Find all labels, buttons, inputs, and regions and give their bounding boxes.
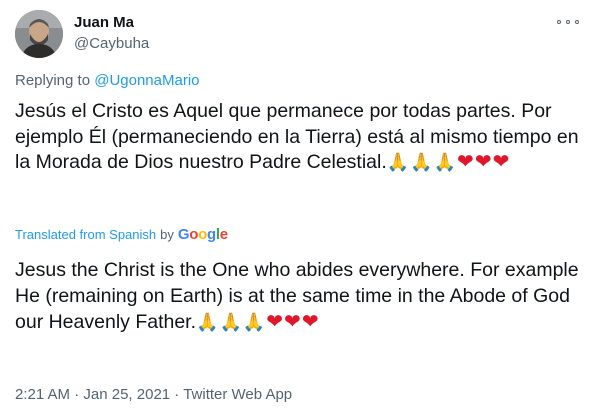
google-logo-letter: G bbox=[177, 226, 190, 243]
tweet-time[interactable]: 2:21 AM bbox=[15, 386, 70, 403]
tweet-source-app[interactable]: Twitter Web App bbox=[183, 386, 292, 403]
meta-separator: · bbox=[170, 386, 184, 403]
google-logo-letter: o bbox=[189, 226, 199, 243]
folded-hands-icon: 🙏 bbox=[196, 312, 220, 332]
tweet-date[interactable]: Jan 25, 2021 bbox=[83, 386, 170, 403]
google-logo-letter: e bbox=[219, 226, 228, 243]
more-options-icon[interactable] bbox=[557, 14, 579, 30]
replying-to: Replying to @UgonnaMario bbox=[15, 71, 200, 91]
folded-hands-icon: 🙏 bbox=[386, 152, 411, 172]
translated-emojis: 🙏🙏🙏❤❤❤ bbox=[196, 311, 320, 333]
display-name[interactable]: Juan Ma bbox=[74, 13, 149, 33]
red-heart-icon: ❤ bbox=[492, 151, 511, 173]
folded-hands-icon: 🙏 bbox=[410, 152, 434, 172]
red-heart-icon: ❤ bbox=[301, 311, 320, 333]
dot-icon bbox=[566, 20, 570, 24]
tweet-emojis: 🙏🙏🙏❤❤❤ bbox=[387, 151, 511, 173]
meta-separator: · bbox=[70, 386, 84, 403]
replying-to-prefix: Replying to bbox=[15, 72, 95, 89]
dot-icon bbox=[557, 20, 561, 24]
folded-hands-icon: 🙏 bbox=[242, 312, 267, 332]
tweet-card: Juan Ma @Caybuha Replying to @UgonnaMari… bbox=[0, 0, 593, 415]
user-handle[interactable]: @Caybuha bbox=[74, 34, 149, 54]
translation-attribution: Translated from Spanish by Google bbox=[15, 225, 228, 245]
red-heart-icon: ❤ bbox=[474, 151, 493, 173]
google-logo-letter: o bbox=[198, 226, 207, 243]
translated-text: Jesus the Christ is the One who abides e… bbox=[15, 257, 585, 335]
tweet-metadata: 2:21 AM · Jan 25, 2021 · Twitter Web App bbox=[15, 385, 292, 405]
reply-mention-link[interactable]: @UgonnaMario bbox=[94, 72, 199, 89]
author-block[interactable]: Juan Ma @Caybuha bbox=[74, 13, 149, 54]
red-heart-icon: ❤ bbox=[457, 151, 475, 173]
red-heart-icon: ❤ bbox=[284, 311, 302, 333]
folded-hands-icon: 🙏 bbox=[433, 152, 458, 172]
by-label: by bbox=[160, 227, 174, 242]
folded-hands-icon: 🙏 bbox=[219, 312, 243, 332]
avatar[interactable] bbox=[15, 10, 63, 58]
dot-icon bbox=[575, 20, 579, 24]
red-heart-icon: ❤ bbox=[266, 311, 285, 333]
translated-from-label[interactable]: Translated from Spanish bbox=[15, 225, 156, 245]
tweet-text: Jesús el Cristo es Aquel que permanece p… bbox=[15, 99, 585, 176]
google-logo-letter: g bbox=[207, 226, 216, 243]
google-logo: Google bbox=[178, 225, 228, 245]
avatar-photo-icon bbox=[15, 10, 63, 58]
